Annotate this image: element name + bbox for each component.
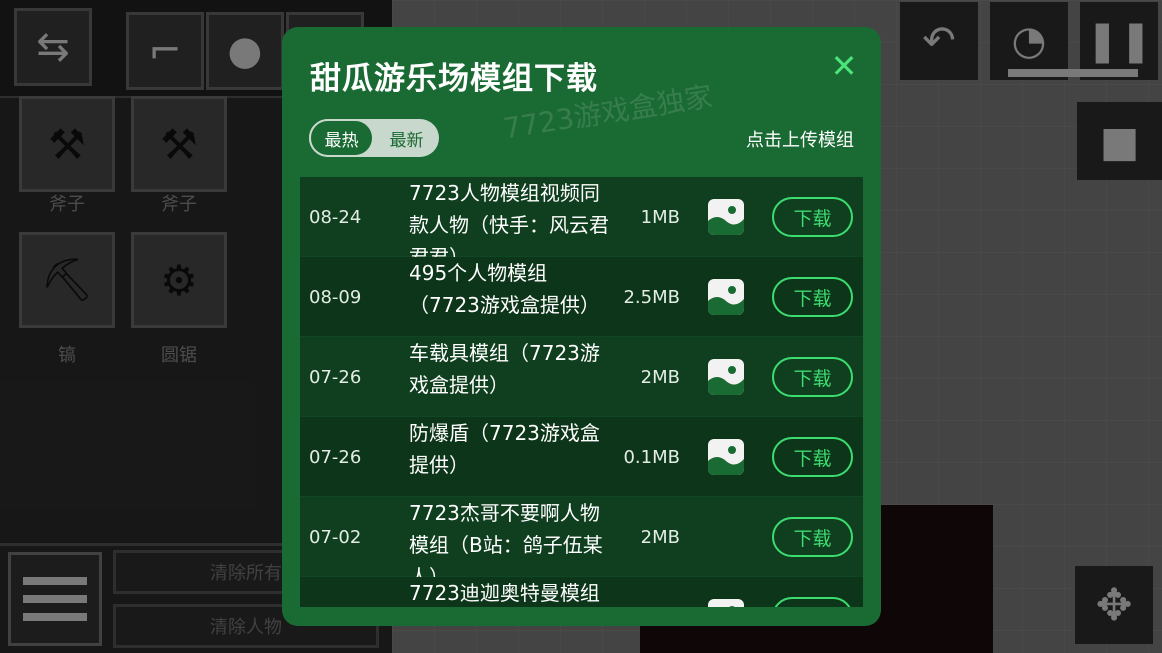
sort-tabs: 最热 最新 — [309, 119, 439, 157]
list-item: 7723迪迦奥特曼模组 下载 — [300, 577, 863, 607]
mod-date: 08-24 — [309, 206, 362, 228]
mod-size: 2.5MB — [623, 286, 680, 308]
list-item: 07-26 车载具模组（7723游戏盒提供） 2MB 下载 — [300, 337, 863, 417]
mod-name: 7723人物模组视频同款人物（快手：风云君君君） — [409, 181, 609, 257]
mod-size: 2MB — [640, 366, 680, 388]
tab-newest[interactable]: 最新 — [374, 119, 439, 157]
mod-size: 1MB — [640, 206, 680, 228]
image-icon[interactable] — [708, 359, 744, 395]
dialog-title: 甜瓜游乐场模组下载 — [310, 61, 598, 97]
mod-name: 7723迪迦奥特曼模组 — [409, 581, 600, 605]
list-item: 07-02 7723杰哥不要啊人物模组（B站：鸽子伍某人） 2MB 下载 — [300, 497, 863, 577]
mod-size: 2MB — [640, 526, 680, 548]
mod-date: 08-09 — [309, 286, 362, 308]
mod-name: 7723杰哥不要啊人物模组（B站：鸽子伍某人） — [409, 501, 603, 577]
mod-download-dialog: 甜瓜游乐场模组下载 7723游戏盒独家 ✕ 最热 最新 点击上传模组 08-24… — [282, 27, 881, 626]
mod-name: 车载具模组（7723游戏盒提供） — [409, 341, 600, 397]
mod-name: 防爆盾（7723游戏盒提供） — [409, 421, 600, 477]
list-item: 08-09 495个人物模组（7723游戏盒提供） 2.5MB 下载 — [300, 257, 863, 337]
mod-size: 0.1MB — [623, 446, 680, 468]
image-icon[interactable] — [708, 199, 744, 235]
mod-date: 07-02 — [309, 526, 362, 548]
list-item: 07-26 防爆盾（7723游戏盒提供） 0.1MB 下载 — [300, 417, 863, 497]
download-button[interactable]: 下载 — [772, 197, 853, 237]
upload-mod-link[interactable]: 点击上传模组 — [746, 126, 854, 152]
download-button[interactable]: 下载 — [772, 597, 853, 607]
image-icon[interactable] — [708, 279, 744, 315]
image-icon[interactable] — [708, 439, 744, 475]
mod-date: 07-26 — [309, 366, 362, 388]
download-button[interactable]: 下载 — [772, 357, 853, 397]
mod-name: 495个人物模组（7723游戏盒提供） — [409, 261, 600, 317]
download-button[interactable]: 下载 — [772, 517, 853, 557]
list-item: 08-24 7723人物模组视频同款人物（快手：风云君君君） 1MB 下载 — [300, 177, 863, 257]
mod-date: 07-26 — [309, 446, 362, 468]
download-button[interactable]: 下载 — [772, 277, 853, 317]
tab-hottest[interactable]: 最热 — [309, 119, 374, 157]
mod-list[interactable]: 08-24 7723人物模组视频同款人物（快手：风云君君君） 1MB 下载 08… — [300, 177, 863, 607]
image-icon[interactable] — [708, 599, 744, 607]
close-icon[interactable]: ✕ — [827, 47, 861, 85]
download-button[interactable]: 下载 — [772, 437, 853, 477]
